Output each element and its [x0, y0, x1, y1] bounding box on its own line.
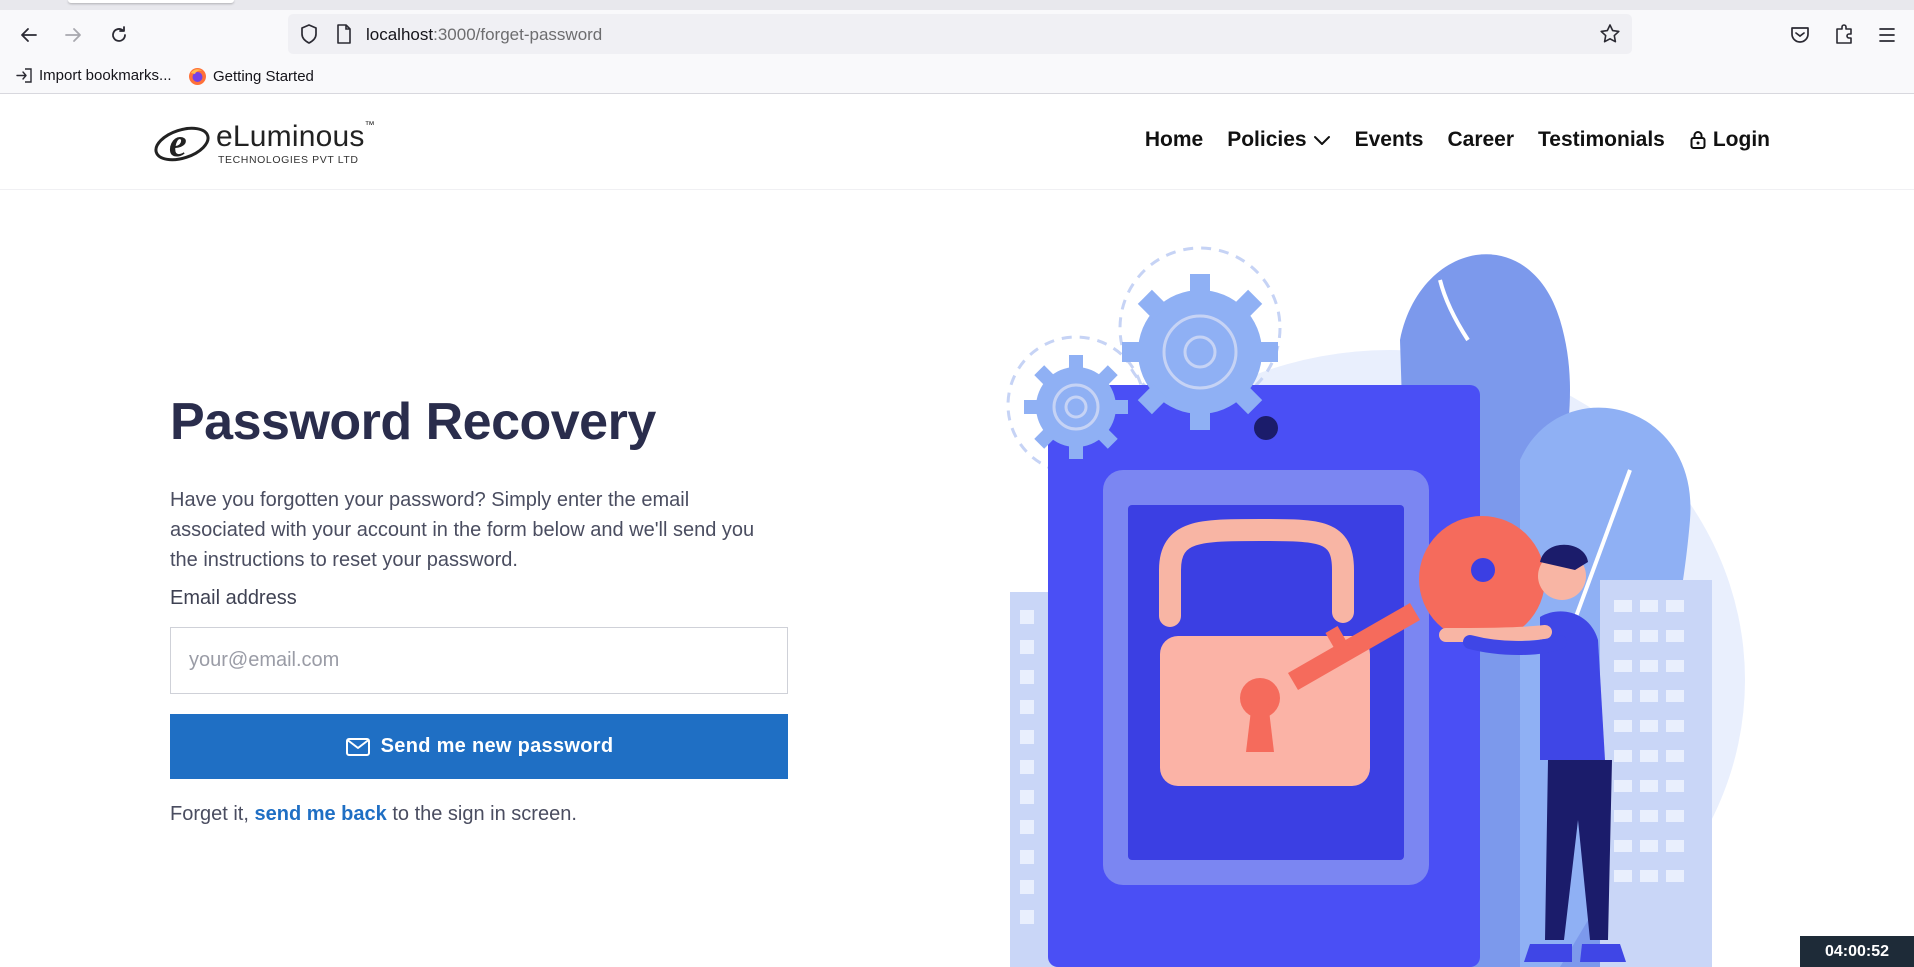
nav-policies[interactable]: Policies: [1227, 128, 1330, 152]
session-timer: 04:00:52: [1800, 936, 1914, 967]
tab-strip: [0, 0, 1914, 10]
page-description: Have you forgotten your password? Simply…: [170, 489, 755, 571]
menu-button[interactable]: [1876, 20, 1898, 55]
url-path: :3000/forget-password: [433, 25, 603, 44]
active-tab[interactable]: [68, 0, 234, 3]
nav-login[interactable]: Login: [1689, 128, 1770, 152]
envelope-icon: [345, 737, 370, 756]
logo-tagline: TECHNOLOGIES PVT LTD: [218, 154, 359, 166]
forward-button[interactable]: [58, 20, 88, 50]
site-logo[interactable]: e eLuminous™ TECHNOLOGIES PVT LTD: [152, 116, 382, 170]
logo-brand: eLuminous™: [216, 120, 375, 154]
address-bar[interactable]: localhost:3000/forget-password: [288, 14, 1632, 54]
nav-home[interactable]: Home: [1145, 128, 1203, 152]
email-field[interactable]: [170, 627, 788, 694]
send-new-password-button[interactable]: Send me new password: [170, 714, 788, 779]
bookmark-label: Getting Started: [213, 68, 314, 85]
nav-career[interactable]: Career: [1447, 128, 1514, 152]
pocket-button[interactable]: [1788, 20, 1812, 55]
puzzle-icon: [1836, 24, 1852, 44]
reload-icon: [112, 26, 126, 42]
nav-events[interactable]: Events: [1355, 128, 1424, 152]
arrow-left-icon: [21, 28, 37, 42]
main-nav: Home Policies Events Career Testimonials…: [1121, 128, 1770, 152]
lock-icon: [1690, 131, 1706, 149]
gear-small-icon: [1024, 355, 1128, 459]
bookmark-star-icon[interactable]: [1598, 22, 1622, 51]
svg-text:e: e: [169, 120, 187, 165]
url-host: localhost: [366, 25, 434, 44]
gear-icon: [1122, 274, 1278, 430]
site-header: e eLuminous™ TECHNOLOGIES PVT LTD Home P…: [0, 94, 1914, 190]
back-prefix: Forget it,: [170, 803, 255, 825]
reload-button[interactable]: [104, 20, 134, 50]
back-suffix: to the sign in screen.: [386, 803, 577, 825]
password-recovery-illustration: [1006, 246, 1745, 967]
send-button-label: Send me new password: [380, 735, 614, 757]
hamburger-icon: [1879, 28, 1895, 42]
logo-trademark: ™: [364, 120, 375, 131]
logo-mark-icon: e: [154, 120, 210, 165]
shield-icon[interactable]: [298, 22, 320, 51]
nav-policies-label: Policies: [1227, 128, 1307, 151]
pocket-icon: [1791, 27, 1809, 43]
email-label: Email address: [170, 587, 297, 609]
bookmarks-bar: Import bookmarks... Getting Started: [0, 58, 1914, 94]
chevron-down-icon: [1313, 136, 1330, 145]
arrow-right-icon: [65, 28, 81, 42]
back-to-signin-text: Forget it, send me back to the sign in s…: [170, 803, 577, 826]
nav-testimonials[interactable]: Testimonials: [1538, 128, 1665, 152]
import-icon: [16, 68, 32, 83]
bookmark-getting-started[interactable]: Getting Started: [188, 67, 314, 86]
browser-toolbar: localhost:3000/forget-password: [0, 10, 1914, 58]
logo-brand-text: eLuminous: [216, 120, 365, 153]
nav-login-label: Login: [1712, 128, 1770, 151]
bookmark-label: Import bookmarks...: [39, 67, 172, 84]
url-text[interactable]: localhost:3000/forget-password: [366, 25, 602, 45]
page-title: Password Recovery: [170, 393, 656, 451]
extensions-button[interactable]: [1832, 20, 1856, 55]
bookmark-import[interactable]: Import bookmarks...: [16, 67, 172, 84]
firefox-icon: [189, 68, 206, 85]
send-me-back-link[interactable]: send me back: [254, 803, 386, 825]
page-info-icon[interactable]: [334, 22, 354, 51]
back-button[interactable]: [14, 20, 44, 50]
